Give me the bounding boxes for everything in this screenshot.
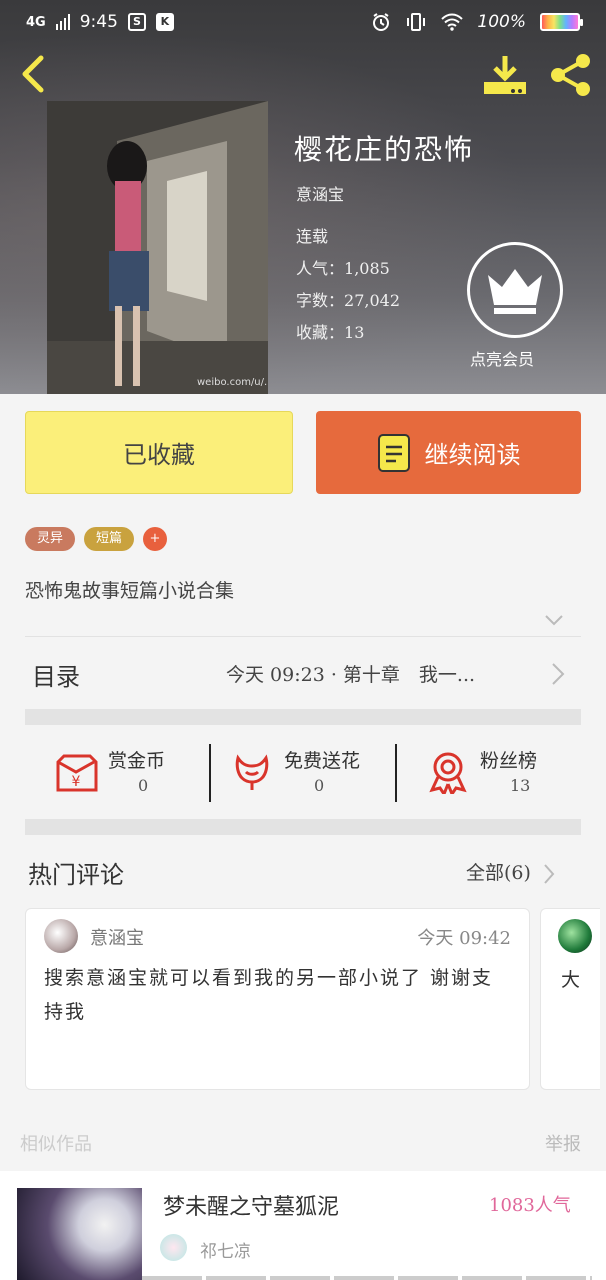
book-favorites: 收藏：13 — [296, 319, 364, 343]
similar-work-cover — [17, 1188, 142, 1280]
all-comments-label: 全部(6) — [466, 862, 531, 884]
all-comments-link[interactable]: 全部(6) — [466, 858, 555, 885]
svg-text:¥: ¥ — [72, 774, 81, 790]
medal-icon — [429, 752, 467, 794]
vip-button[interactable] — [467, 242, 563, 338]
battery-percent: 100% — [477, 12, 526, 32]
favorited-label: 已收藏 — [123, 441, 195, 469]
similar-works-title: 相似作品 — [20, 1134, 92, 1155]
book-cover-image: weibo.com/u/... — [47, 101, 268, 394]
toc-latest-chapter: 今天 09:23 · 第十章 我一... — [226, 664, 476, 686]
favorited-button[interactable]: 已收藏 — [25, 411, 293, 494]
stat-name: 免费送花 — [284, 750, 361, 772]
download-icon[interactable] — [482, 52, 528, 98]
section-divider — [25, 819, 581, 835]
stat-value: 0 — [138, 776, 149, 795]
book-author[interactable]: 意涵宝 — [296, 181, 344, 205]
separator — [395, 744, 397, 802]
fan-ranking-button[interactable]: 粉丝榜 13 — [426, 744, 576, 802]
network-indicator: 4G — [26, 14, 46, 30]
comment-card[interactable]: 大 — [540, 908, 600, 1090]
similar-work-item[interactable]: 梦未醒之守墓狐泥 1083人气 祁七凉 — [0, 1171, 606, 1280]
avatar[interactable] — [558, 919, 592, 953]
similar-work-popularity: 1083人气 — [489, 1195, 571, 1216]
stat-name: 粉丝榜 — [480, 750, 538, 772]
stat-name: 赏金币 — [108, 750, 166, 772]
book-description: 恐怖鬼故事短篇小说合集 — [25, 580, 235, 602]
tag-bar — [142, 1276, 592, 1280]
vip-label: 点亮会员 — [470, 350, 535, 369]
stat-value: 13 — [510, 776, 531, 795]
add-tag-button[interactable]: + — [143, 527, 167, 551]
report-link[interactable]: 举报 — [545, 1130, 581, 1156]
free-flower-button[interactable]: 免费送花 0 — [230, 744, 385, 802]
tag-lingyi[interactable]: 灵异 — [25, 527, 75, 551]
book-title: 樱花庄的恐怖 — [294, 133, 475, 166]
wordcount-value: 27,042 — [344, 291, 400, 310]
battery-icon — [540, 13, 583, 31]
app-k-icon: K — [155, 13, 174, 31]
comment-card[interactable]: 意涵宝 今天 09:42 搜索意涵宝就可以看到我的另一部小说了 谢谢支持我 — [25, 908, 530, 1090]
expand-chevron-icon[interactable] — [544, 614, 564, 626]
popularity-value: 1,085 — [344, 259, 390, 278]
toc-title: 目录 — [32, 663, 80, 691]
section-divider — [25, 709, 581, 725]
hot-comments-title: 热门评论 — [28, 861, 124, 889]
status-bar: 4G 9:45 S K 100% — [0, 0, 606, 46]
continue-reading-button[interactable]: 继续阅读 — [316, 411, 581, 494]
comment-text: 大 — [561, 969, 581, 991]
continue-reading-label: 继续阅读 — [424, 441, 521, 469]
red-envelope-icon: ¥ — [56, 754, 98, 792]
book-status: 连载 — [296, 227, 329, 246]
comment-user[interactable]: 意涵宝 — [90, 924, 144, 950]
similar-work-title: 梦未醒之守墓狐泥 — [163, 1195, 340, 1220]
tag-duanpian[interactable]: 短篇 — [84, 527, 134, 551]
cover-watermark: weibo.com/u/... — [197, 377, 268, 388]
book-icon — [377, 433, 410, 472]
status-time: 9:45 — [79, 12, 118, 32]
alarm-icon — [373, 13, 390, 31]
popularity-label: 人气： — [296, 259, 345, 278]
flower-icon — [235, 754, 269, 790]
favorites-label: 收藏： — [296, 323, 345, 342]
chevron-right-icon — [552, 663, 565, 685]
vibrate-icon — [407, 13, 426, 31]
favorites-value: 13 — [344, 323, 365, 342]
book-wordcount: 字数：27,042 — [296, 287, 400, 311]
book-header: 4G 9:45 S K 100% weibo.com/u/... 樱花庄的恐怖 … — [0, 0, 606, 394]
comment-text: 搜索意涵宝就可以看到我的另一部小说了 谢谢支持我 — [44, 967, 494, 1023]
chevron-right-icon — [544, 864, 555, 884]
wordcount-label: 字数： — [296, 291, 345, 310]
divider — [25, 636, 581, 637]
crown-icon — [488, 269, 542, 314]
comment-time: 今天 09:42 — [417, 928, 511, 949]
stat-value: 0 — [314, 776, 325, 795]
back-arrow-icon[interactable] — [16, 54, 50, 94]
avatar[interactable] — [44, 919, 78, 953]
similar-work-author: 祁七凉 — [200, 1242, 251, 1262]
separator — [209, 744, 211, 802]
avatar — [160, 1234, 187, 1261]
notification-icon: S — [127, 13, 146, 31]
signal-icon — [55, 14, 70, 30]
wifi-icon — [441, 13, 464, 31]
book-popularity: 人气：1,085 — [296, 255, 390, 279]
share-icon[interactable] — [548, 52, 594, 98]
reward-coins-button[interactable]: ¥ 赏金币 0 — [54, 744, 204, 802]
